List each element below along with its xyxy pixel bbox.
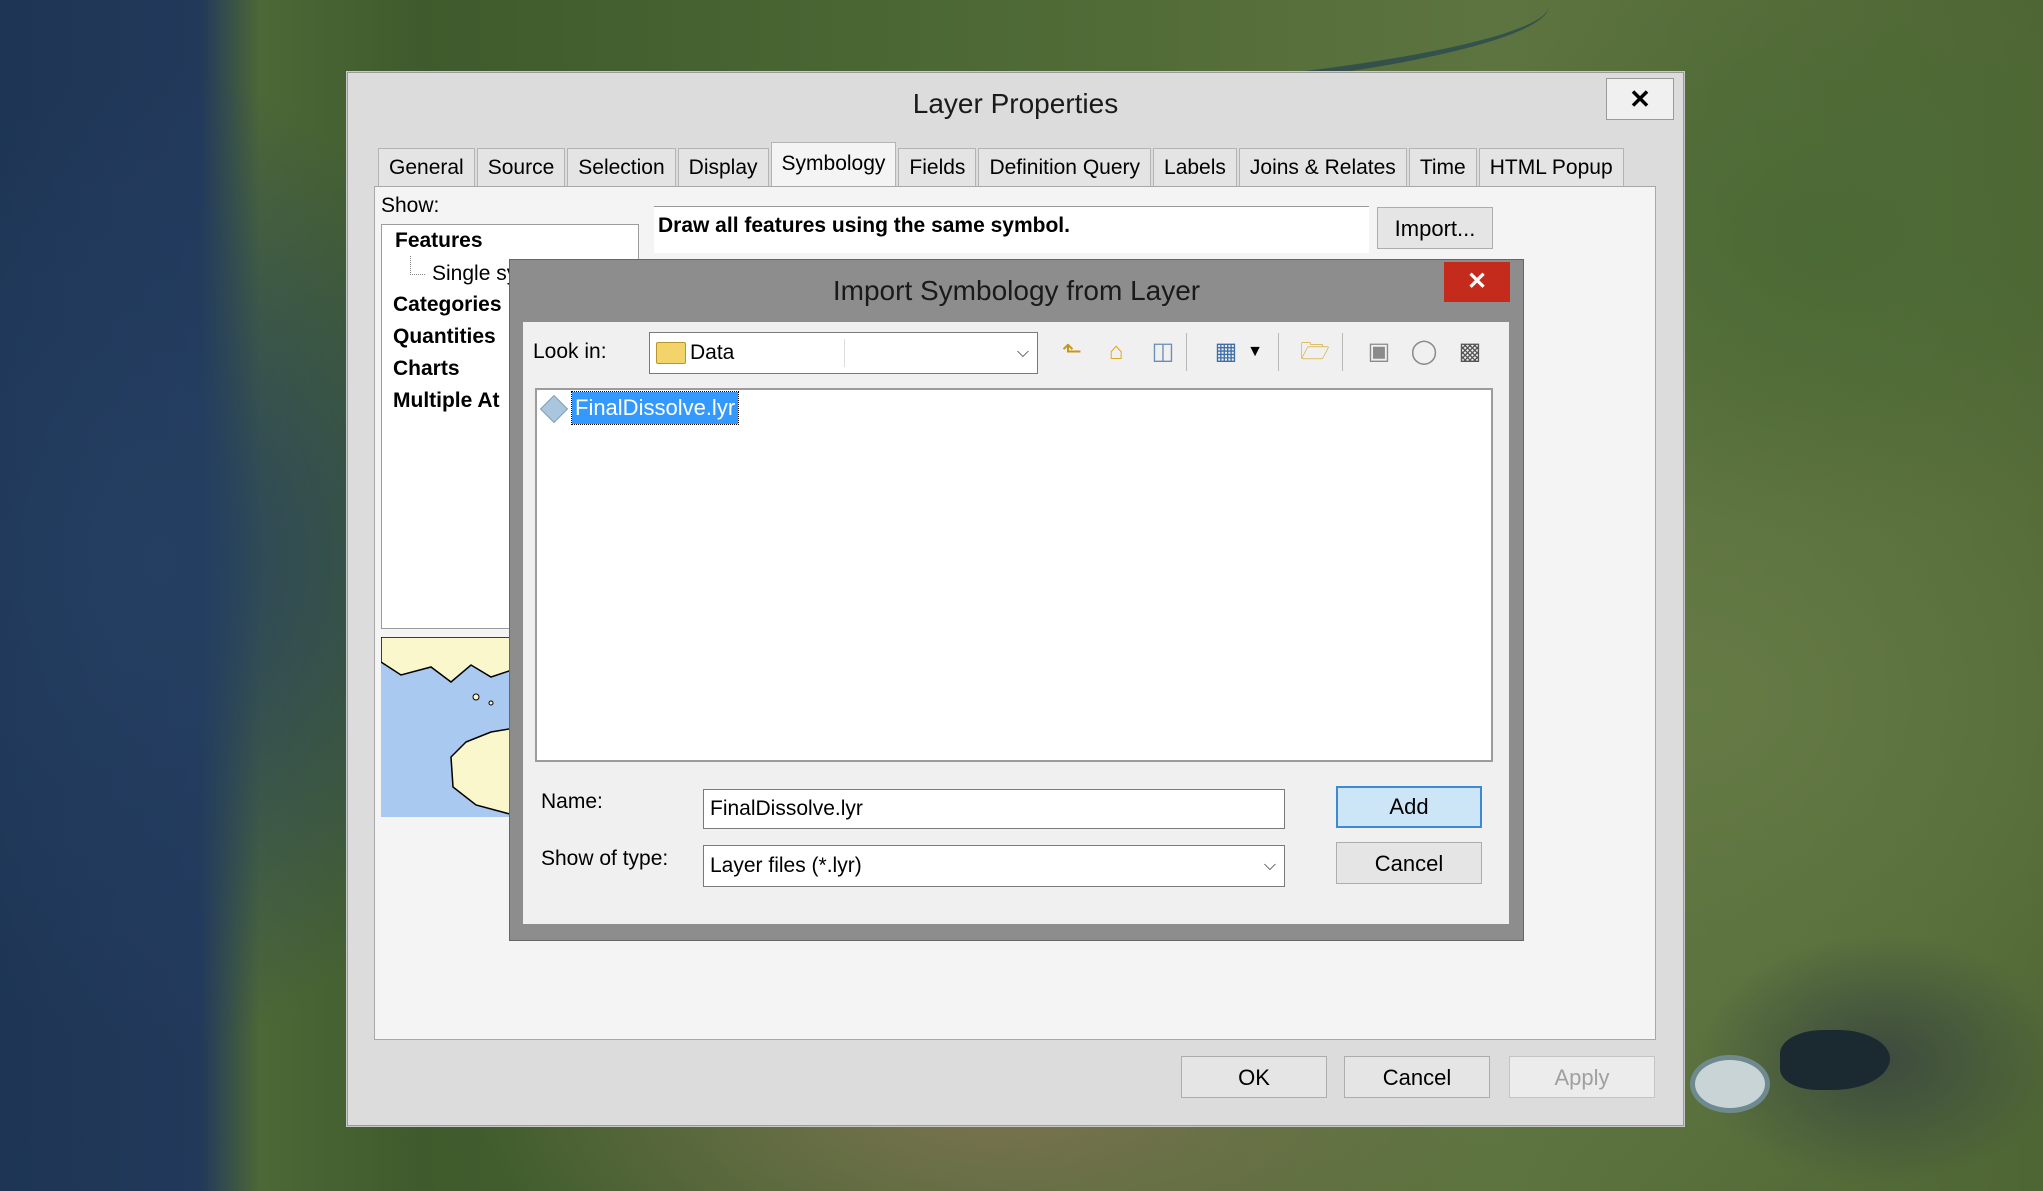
import-dialog-close-button[interactable]: ✕ [1444,262,1510,302]
show-of-type-value: Layer files (*.lyr) [710,854,862,877]
database-icon[interactable]: ◯ [1406,334,1442,370]
tree-item-single-symbol[interactable]: Single sy [432,262,517,286]
view-dropdown-chevron-icon[interactable]: ▼ [1246,334,1264,370]
tab-time[interactable]: Time [1408,148,1477,186]
tree-item-multiple-attributes[interactable]: Multiple At [393,389,500,413]
tab-display[interactable]: Display [677,148,769,186]
import-dialog-cancel-button[interactable]: Cancel [1336,842,1482,884]
tree-item-quantities[interactable]: Quantities [393,325,496,349]
home-icon[interactable]: ⌂ [1098,334,1134,370]
toolbar-separator [1278,333,1279,371]
import-dialog-title: Import Symbology from Layer [832,275,1201,306]
tree-connector [410,256,425,275]
catalog-icon[interactable]: ▣ [1361,334,1397,370]
apply-button[interactable]: Apply [1509,1056,1655,1098]
up-one-level-icon[interactable]: ⬑ [1054,334,1090,370]
tab-joins-relates[interactable]: Joins & Relates [1238,148,1407,186]
chevron-down-icon: ⌵ [1263,857,1276,874]
tab-general[interactable]: General [378,148,475,186]
look-in-divider [844,339,845,367]
folder-icon [656,342,686,364]
preview-map-svg [381,637,521,817]
tree-item-features[interactable]: Features [395,229,483,253]
tab-selection[interactable]: Selection [567,148,676,186]
map-dark-lake [1780,1030,1890,1090]
name-input[interactable]: FinalDissolve.lyr [703,789,1285,829]
layer-properties-tabs: General Source Selection Display Symbolo… [378,142,1626,188]
show-of-type-dropdown[interactable]: Layer files (*.lyr) ⌵ [703,845,1285,887]
layer-properties-title: Layer Properties [912,88,1119,119]
layer-properties-close-button[interactable]: ✕ [1606,78,1674,120]
ok-button[interactable]: OK [1181,1056,1327,1098]
layer-properties-cancel-button[interactable]: Cancel [1344,1056,1490,1098]
close-icon: ✕ [1629,84,1651,114]
renderer-preview-image [381,637,521,817]
tree-item-categories[interactable]: Categories [393,293,502,317]
symbol-description: Draw all features using the same symbol. [658,214,1070,237]
close-icon: ✕ [1466,268,1488,295]
toolbar-separator [1186,333,1187,371]
map-lake [1690,1055,1770,1113]
show-of-type-label: Show of type: [541,847,669,870]
add-button[interactable]: Add [1336,786,1482,828]
toolbar-separator [1342,333,1343,371]
import-button[interactable]: Import... [1377,207,1493,249]
view-menu-icon[interactable]: ▦ [1208,334,1244,370]
tab-html-popup[interactable]: HTML Popup [1478,148,1624,186]
look-in-dropdown[interactable]: Data ⌵ [649,332,1038,374]
connect-folder-icon[interactable]: ◫ [1145,334,1181,370]
tab-symbology[interactable]: Symbology [770,142,897,186]
tree-item-charts[interactable]: Charts [393,357,460,381]
tab-fields[interactable]: Fields [898,148,977,186]
name-label: Name: [541,790,603,813]
tab-source[interactable]: Source [476,148,566,186]
file-name-selected: FinalDissolve.lyr [570,391,740,425]
file-list[interactable] [535,388,1493,762]
show-label: Show: [381,194,440,217]
look-in-label: Look in: [533,340,607,363]
new-folder-icon[interactable]: 🗁 [1297,334,1333,370]
chevron-down-icon: ⌵ [1016,344,1029,361]
tab-labels[interactable]: Labels [1153,148,1237,186]
look-in-value: Data [690,341,735,364]
tab-definition-query[interactable]: Definition Query [978,148,1152,186]
toolbox-icon[interactable]: ▩ [1452,334,1488,370]
